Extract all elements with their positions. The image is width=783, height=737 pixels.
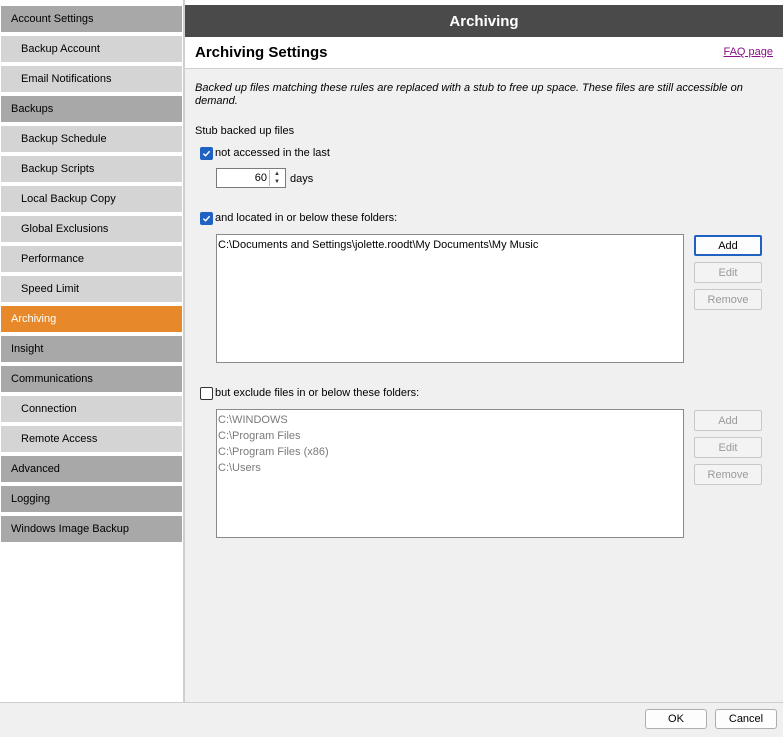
- sidebar-item-backup-scripts[interactable]: Backup Scripts: [1, 156, 182, 184]
- sidebar-item-performance[interactable]: Performance: [1, 246, 182, 274]
- sidebar-item-label: Windows Image Backup: [11, 523, 129, 535]
- sidebar-item-label: Performance: [21, 253, 84, 265]
- not-accessed-label: not accessed in the last: [215, 147, 330, 159]
- located-label: and located in or below these folders:: [215, 212, 398, 224]
- not-accessed-checkbox[interactable]: [200, 147, 213, 160]
- ok-button[interactable]: OK: [645, 709, 707, 729]
- sidebar-item-label: Connection: [21, 403, 77, 415]
- days-spinner[interactable]: 60 ▲ ▼: [216, 168, 286, 188]
- list-item[interactable]: C:\WINDOWS: [218, 412, 682, 428]
- sidebar-item-label: Remote Access: [21, 433, 98, 445]
- exclude-label: but exclude files in or below these fold…: [215, 387, 420, 399]
- sidebar-item-label: Global Exclusions: [21, 223, 109, 235]
- days-value[interactable]: 60: [255, 172, 267, 184]
- include-add-button[interactable]: Add: [694, 235, 762, 256]
- spinner-buttons: ▲ ▼: [269, 170, 284, 186]
- sidebar-item-remote-access[interactable]: Remote Access: [1, 426, 182, 454]
- section-header: Archiving Settings FAQ page: [185, 37, 783, 69]
- sidebar-item-backups[interactable]: Backups: [1, 96, 182, 124]
- sidebar-item-email-notifications[interactable]: Email Notifications: [1, 66, 182, 94]
- sidebar-item-label: Email Notifications: [21, 73, 112, 85]
- sidebar-item-speed-limit[interactable]: Speed Limit: [1, 276, 182, 304]
- sidebar-item-label: Speed Limit: [21, 283, 80, 295]
- section-title: Archiving Settings: [195, 44, 328, 61]
- checkmark-icon: [202, 215, 211, 222]
- cancel-button[interactable]: Cancel: [715, 709, 777, 729]
- sidebar-item-label: Archiving: [11, 313, 57, 325]
- sidebar-item-global-exclusions[interactable]: Global Exclusions: [1, 216, 182, 244]
- sidebar-item-label: Backups: [11, 103, 54, 115]
- sidebar-item-communications[interactable]: Communications: [1, 366, 182, 394]
- sidebar-item-connection[interactable]: Connection: [1, 396, 182, 424]
- sidebar-item-archiving[interactable]: Archiving: [1, 306, 182, 334]
- main-panel: Archiving Archiving Settings FAQ page Ba…: [185, 5, 783, 702]
- list-item[interactable]: C:\Users: [218, 460, 682, 476]
- sidebar-item-label: Communications: [11, 373, 93, 385]
- dialog-footer: OK Cancel: [0, 702, 783, 737]
- sidebar-item-label: Backup Account: [21, 43, 100, 55]
- sidebar-item-backup-schedule[interactable]: Backup Schedule: [1, 126, 182, 154]
- sidebar-item-insight[interactable]: Insight: [1, 336, 182, 364]
- sidebar-item-backup-account[interactable]: Backup Account: [1, 36, 182, 64]
- description-text: Backed up files matching these rules are…: [195, 82, 743, 107]
- located-checkbox[interactable]: [200, 212, 213, 225]
- list-item[interactable]: C:\Program Files (x86): [218, 444, 682, 460]
- page-title: Archiving: [185, 5, 783, 37]
- sidebar-item-account-settings[interactable]: Account Settings: [1, 6, 182, 34]
- faq-link[interactable]: FAQ page: [723, 46, 773, 58]
- stub-heading: Stub backed up files: [195, 125, 295, 137]
- sidebar-item-label: Backup Schedule: [21, 133, 107, 145]
- list-item[interactable]: C:\Program Files: [218, 428, 682, 444]
- sidebar: Account Settings Backup Account Email Noti…: [0, 0, 183, 702]
- sidebar-item-windows-image-backup[interactable]: Windows Image Backup: [1, 516, 182, 544]
- sidebar-item-local-backup-copy[interactable]: Local Backup Copy: [1, 186, 182, 214]
- sidebar-item-label: Account Settings: [11, 13, 94, 25]
- exclude-add-button[interactable]: Add: [694, 410, 762, 431]
- sidebar-item-label: Advanced: [11, 463, 60, 475]
- exclude-edit-button[interactable]: Edit: [694, 437, 762, 458]
- checkmark-icon: [202, 150, 211, 157]
- sidebar-item-label: Local Backup Copy: [21, 193, 116, 205]
- sidebar-item-label: Backup Scripts: [21, 163, 95, 175]
- exclude-remove-button[interactable]: Remove: [694, 464, 762, 485]
- exclude-folders-list[interactable]: C:\WINDOWS C:\Program Files C:\Program Fil…: [216, 409, 684, 538]
- include-remove-button[interactable]: Remove: [694, 289, 762, 310]
- sidebar-item-logging[interactable]: Logging: [1, 486, 182, 514]
- include-edit-button[interactable]: Edit: [694, 262, 762, 283]
- sidebar-item-label: Insight: [11, 343, 44, 355]
- sidebar-item-advanced[interactable]: Advanced: [1, 456, 182, 484]
- spin-down-icon[interactable]: ▼: [270, 178, 284, 186]
- days-unit: days: [290, 173, 314, 185]
- spin-up-icon[interactable]: ▲: [270, 170, 284, 178]
- include-folders-list[interactable]: C:\Documents and Settings\jolette.roodt\…: [216, 234, 684, 363]
- list-item[interactable]: C:\Documents and Settings\jolette.roodt\…: [218, 237, 682, 253]
- sidebar-item-label: Logging: [11, 493, 51, 505]
- exclude-checkbox[interactable]: [200, 387, 213, 400]
